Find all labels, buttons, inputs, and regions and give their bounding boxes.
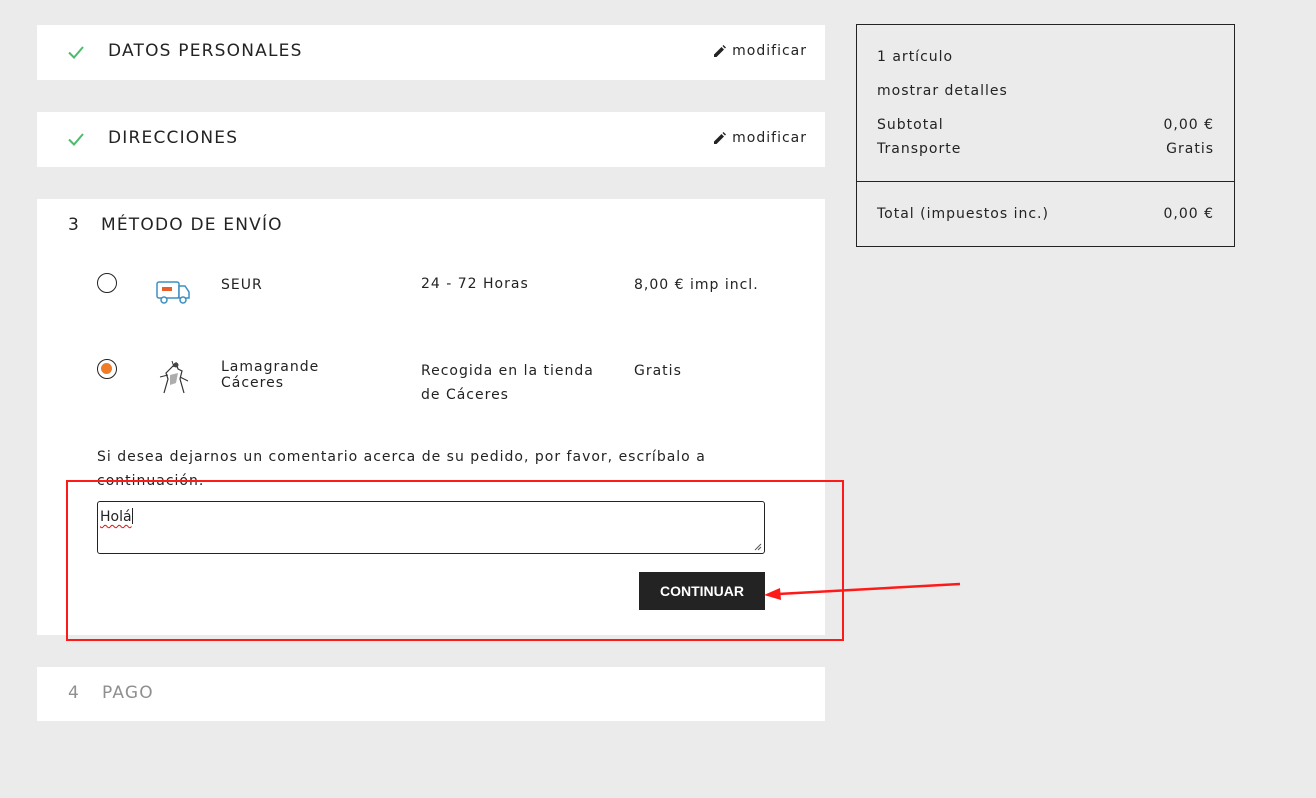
carrier-option-seur[interactable]: SEUR 24 - 72 Horas 8,00 € imp incl. [37,269,825,329]
step-addresses: DIRECCIONES modificar [37,112,825,167]
step-number: 4 [68,683,80,703]
order-comment-textarea[interactable]: Holá [97,501,765,554]
knight-logo-icon [159,360,189,394]
step-shipping-method: 3 MÉTODO DE ENVÍO SEUR 24 - 72 Horas 8,0… [37,199,825,635]
carrier-delay-line1: Recogida en la tienda [421,363,594,379]
comment-instructions: Si desea dejarnos un comentario acerca d… [97,449,706,489]
carrier-name-line2: Cáceres [221,375,285,391]
step-title: PAGO [102,683,154,703]
text-caret [131,508,133,524]
step-personal-info: DATOS PERSONALES modificar [37,25,825,80]
step-payment: 4 PAGO [37,667,825,721]
step-header: DATOS PERSONALES modificar [37,25,825,79]
carrier-radio[interactable] [97,273,117,293]
subtotal-value: 0,00 € [1163,117,1214,133]
shipping-label: Transporte [877,141,962,157]
modify-label: modificar [732,130,807,146]
carrier-price: Gratis [634,363,682,379]
step-header: DIRECCIONES modificar [37,112,825,166]
total-label: Total (impuestos inc.) [877,206,1049,222]
step-header: 3 MÉTODO DE ENVÍO [37,199,825,253]
carrier-option-lamagrande[interactable]: Lamagrande Cáceres Recogida en la tienda… [37,355,825,415]
shipping-row: Transporte Gratis [877,141,1214,157]
checkmark-icon [68,46,84,59]
carrier-delay: Recogida en la tienda de Cáceres [421,359,621,407]
step-title: DATOS PERSONALES [108,41,303,61]
modify-link[interactable]: modificar [713,43,807,59]
total-value: 0,00 € [1163,206,1214,222]
cart-summary: 1 artículo mostrar detalles Subtotal 0,0… [856,24,1235,247]
show-details-row: mostrar detalles [877,83,1214,99]
carrier-name: SEUR [221,277,263,293]
step-header: 4 PAGO [37,667,825,721]
total-row: Total (impuestos inc.) 0,00 € [877,206,1214,222]
carrier-radio[interactable] [97,359,117,379]
carrier-delay-line2: de Cáceres [421,387,509,403]
subtotal-label: Subtotal [877,117,944,133]
step-title: DIRECCIONES [108,128,239,148]
modify-link[interactable]: modificar [713,130,807,146]
resize-grip-icon[interactable] [754,543,762,551]
checkmark-icon [68,133,84,146]
show-details-link[interactable]: mostrar detalles [877,83,1008,99]
subtotal-row: Subtotal 0,00 € [877,117,1214,133]
pencil-icon [714,132,727,144]
step-number: 3 [68,215,80,235]
items-count: 1 artículo [877,49,1214,65]
comment-value: Holá [100,509,132,525]
carrier-name-line1: Lamagrande [221,359,320,375]
carrier-price: 8,00 € imp incl. [634,277,759,293]
pencil-icon [714,45,727,57]
continue-button[interactable]: CONTINUAR [639,572,765,610]
delivery-van-icon [156,281,190,304]
items-count-label: 1 artículo [877,49,954,65]
carrier-name: Lamagrande Cáceres [221,359,319,391]
summary-divider [857,181,1234,182]
shipping-value: Gratis [1166,141,1214,157]
carrier-delay: 24 - 72 Horas [421,276,529,292]
modify-label: modificar [732,43,807,59]
step-title: MÉTODO DE ENVÍO [101,215,283,235]
